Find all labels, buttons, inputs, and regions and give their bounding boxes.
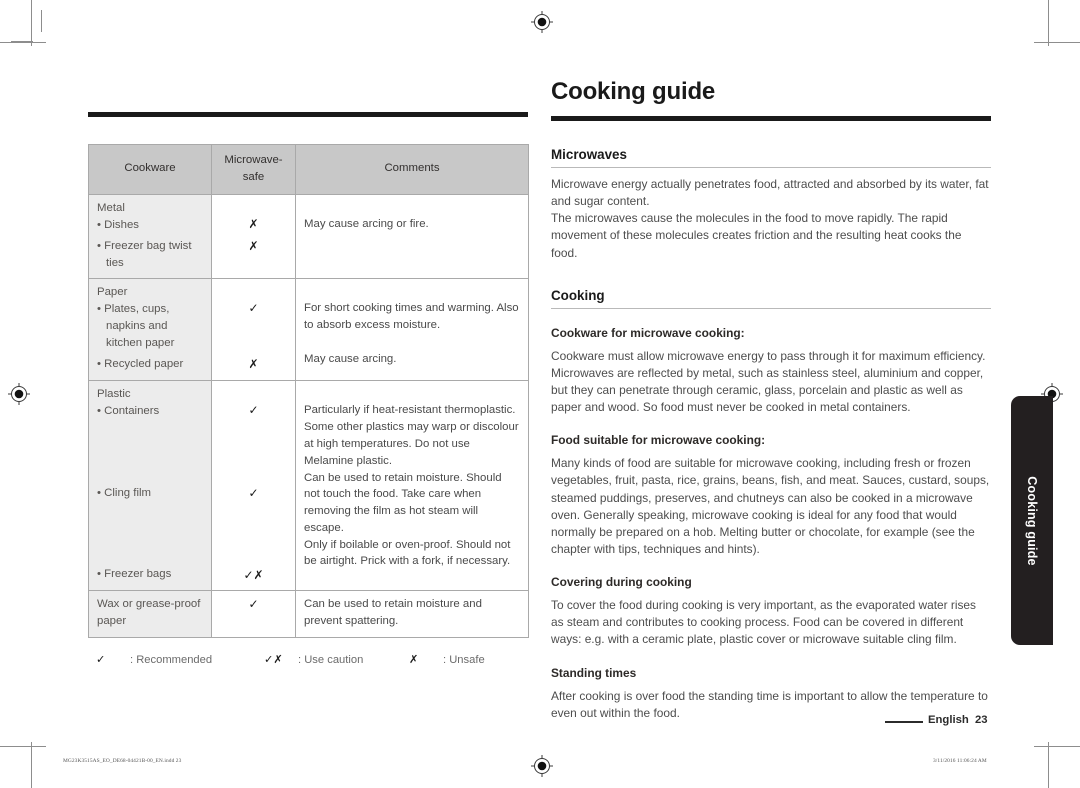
column-header-microwave-safe-line1: Microwave-: [224, 154, 283, 166]
document-page: Cookware Microwave- safe Comments Metal …: [0, 0, 1080, 788]
left-column-top-rule: [88, 112, 528, 117]
cell-comment-paper: For short cooking times and warming. Als…: [295, 277, 529, 381]
column-header-cookware: Cookware: [88, 144, 212, 195]
item-label: • Freezer bags: [97, 567, 172, 580]
category-label: Paper: [97, 285, 128, 298]
comment-text: Only if boilable or oven-proof. Should n…: [304, 538, 511, 568]
table-row: Wax or grease-proof paper ✓ Can be used …: [88, 590, 529, 638]
table-row: Paper • Plates, cups, napkins and kitche…: [88, 277, 529, 381]
cell-category-plastic: Plastic • Containers • Cling film • Free…: [88, 379, 212, 592]
cookware-table: Cookware Microwave- safe Comments Metal …: [88, 144, 529, 638]
cell-category-paper: Paper • Plates, cups, napkins and kitche…: [88, 277, 212, 381]
left-column: Cookware Microwave- safe Comments Metal …: [88, 112, 529, 666]
subsection-title-covering: Covering during cooking: [551, 575, 692, 590]
comment-text: May cause arcing or fire.: [304, 218, 429, 231]
crop-mark-top-left-inner-h: [11, 41, 33, 42]
mark-use-caution-icon: ✓✗: [264, 653, 283, 666]
paragraph: The microwaves cause the molecules in th…: [551, 211, 962, 260]
registration-mark-bottom: [531, 755, 553, 777]
column-header-microwave-safe-line2: safe: [242, 170, 265, 183]
mark-unsafe-icon: ✗: [248, 217, 259, 232]
footer-rule: [885, 721, 923, 723]
print-timestamp: 3/11/2016 11:06:24 AM: [933, 758, 987, 764]
table-row: Plastic • Containers • Cling film • Free…: [88, 379, 529, 592]
crop-mark-bottom-right-v: [1048, 742, 1049, 788]
cell-category-metal: Metal • Dishes • Freezer bag twist ties: [88, 193, 212, 279]
mark-recommended-icon: ✓: [248, 301, 259, 316]
item-label: • Dishes: [97, 219, 139, 232]
category-label: Metal: [97, 201, 125, 214]
category-label: Wax or grease-proof paper: [97, 598, 201, 628]
legend-label: : Use caution: [298, 653, 364, 666]
crop-mark-bottom-left-v: [31, 742, 32, 788]
item-label: • Containers: [97, 405, 160, 418]
cell-mark-paper: ✓ ✗: [211, 277, 296, 381]
section-rule: [551, 307, 991, 309]
side-tab-label: Cooking guide: [1025, 475, 1039, 566]
mark-recommended-icon: ✓: [96, 653, 106, 666]
comment-text: May cause arcing.: [304, 352, 397, 365]
mark-use-caution-icon: ✓✗: [243, 567, 264, 582]
crop-mark-top-right-v: [1048, 0, 1049, 46]
comment-text: Particularly if heat-resistant thermopla…: [304, 404, 519, 467]
cell-mark-wax-paper: ✓: [211, 590, 296, 638]
crop-mark-top-left-inner-v: [41, 10, 42, 32]
mark-recommended-icon: ✓: [248, 403, 259, 418]
section-rule: [551, 167, 991, 168]
table-row: Metal • Dishes • Freezer bag twist ties …: [88, 193, 529, 279]
column-header-comments: Comments: [295, 144, 529, 195]
section-heading-cooking: Cooking: [551, 287, 605, 303]
comment-text: Can be used to retain moisture and preve…: [304, 598, 482, 628]
footer-page-number: 23: [975, 714, 988, 726]
page-title: Cooking guide: [551, 78, 716, 105]
page-title-rule: [551, 116, 991, 121]
footer-language: English: [928, 714, 969, 726]
cell-comment-wax-paper: Can be used to retain moisture and preve…: [295, 590, 529, 638]
mark-unsafe-icon: ✗: [409, 653, 419, 666]
subsection-title-standing-times: Standing times: [551, 665, 637, 680]
legend-item-recommended: ✓ : Recommended: [88, 653, 256, 666]
cell-category-wax-paper: Wax or grease-proof paper: [88, 590, 212, 638]
cell-mark-metal: ✗ ✗: [211, 193, 296, 279]
paragraph: After cooking is over food the standing …: [551, 688, 988, 720]
crop-mark-bottom-left-h: [0, 746, 46, 747]
cell-mark-plastic: ✓ ✓ ✓✗: [211, 379, 296, 592]
paragraph: Microwave energy actually penetrates foo…: [551, 177, 989, 209]
cell-comment-metal: May cause arcing or fire.: [295, 193, 529, 279]
legend-label: : Unsafe: [443, 653, 485, 666]
column-header-microwave-safe: Microwave- safe: [211, 144, 296, 195]
mark-recommended-icon: ✓: [248, 486, 259, 501]
section-heading-microwaves: Microwaves: [551, 147, 627, 162]
subsection-title-food-suitable: Food suitable for microwave cooking:: [551, 433, 766, 448]
item-label: • Plates, cups, napkins and kitchen pape…: [97, 303, 175, 349]
crop-mark-top-left-h: [0, 42, 46, 43]
mark-unsafe-icon: ✗: [248, 357, 259, 372]
item-label: • Recycled paper: [97, 357, 184, 370]
comment-text: For short cooking times and warming. Als…: [304, 302, 519, 332]
legend-item-use-caution: ✓✗ : Use caution: [256, 653, 401, 666]
paragraph: To cover the food during cooking is very…: [551, 598, 976, 647]
legend-label: : Recommended: [130, 653, 213, 666]
mark-unsafe-icon: ✗: [248, 238, 259, 253]
paragraph: Cookware must allow microwave energy to …: [551, 348, 986, 415]
right-column: Cooking guide Microwaves Microwave energ…: [551, 78, 991, 722]
item-label: • Freezer bag twist ties: [97, 240, 192, 269]
item-label: • Cling film: [97, 487, 151, 500]
crop-mark-bottom-right-h: [1034, 746, 1080, 747]
print-filename: MG23K3515AS_EO_DE68-04421B-00_EN.indd 23: [63, 758, 182, 764]
paragraph: Many kinds of food are suitable for micr…: [551, 456, 990, 556]
side-tab-cooking-guide: Cooking guide: [1011, 396, 1053, 645]
subsection-title-cookware: Cookware for microwave cooking:: [551, 325, 745, 340]
category-label: Plastic: [97, 387, 131, 400]
comment-text: Can be used to retain moisture. Should n…: [304, 471, 502, 534]
table-header-row: Cookware Microwave- safe Comments: [88, 144, 529, 195]
crop-mark-top-left-v: [31, 0, 32, 46]
mark-recommended-icon: ✓: [248, 597, 259, 612]
legend-item-unsafe: ✗ : Unsafe: [401, 653, 485, 666]
cell-comment-plastic: Particularly if heat-resistant thermopla…: [295, 379, 529, 592]
registration-mark-left: [8, 383, 30, 405]
table-legend: ✓ : Recommended ✓✗ : Use caution ✗ : Uns…: [88, 653, 528, 666]
crop-mark-top-right-h: [1034, 42, 1080, 43]
registration-mark-top: [531, 11, 553, 33]
